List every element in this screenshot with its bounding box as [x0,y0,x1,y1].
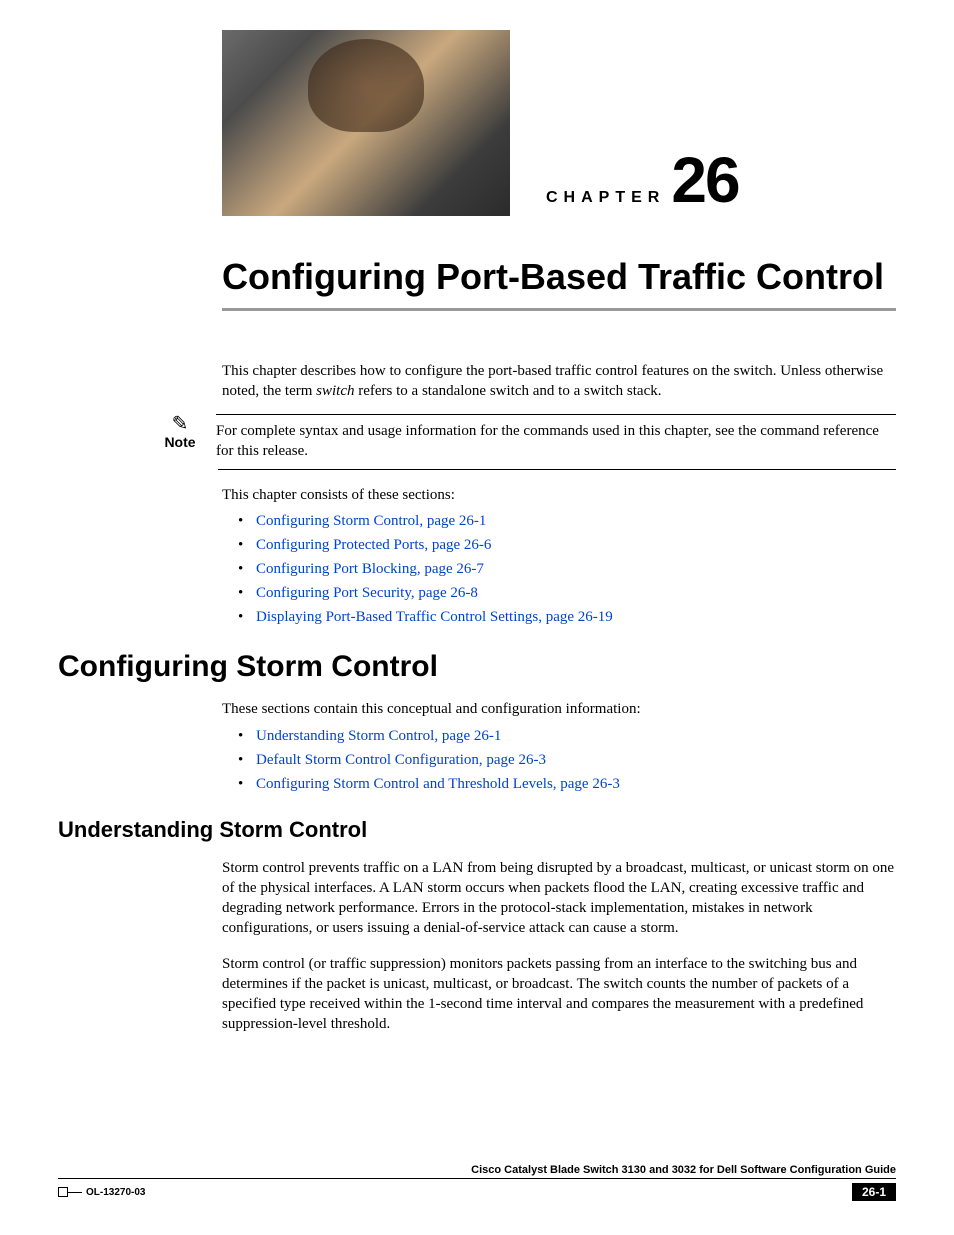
chapter-number: 26 [671,152,738,210]
chapter-hero-image [222,30,510,216]
toc-link[interactable]: Configuring Protected Ports, page 26-6 [256,537,491,553]
title-rule [222,308,896,311]
list-item: Configuring Protected Ports, page 26-6 [238,537,896,554]
note-text: For complete syntax and usage informatio… [216,414,896,462]
list-item: Configuring Storm Control, page 26-1 [238,513,896,530]
note-icon-column: ✎ Note [158,414,202,450]
list-item: Configuring Port Blocking, page 26-7 [238,561,896,578]
storm-paragraph-2: Storm control (or traffic suppression) m… [222,954,896,1035]
footer-bottom-row: OL-13270-03 26-1 [58,1183,896,1201]
storm-link[interactable]: Understanding Storm Control, page 26-1 [256,728,501,744]
page-number: 26-1 [852,1183,896,1201]
footer-guide-title: Cisco Catalyst Blade Switch 3130 and 303… [58,1164,896,1176]
chapter-title: Configuring Port-Based Traffic Control [222,256,896,298]
doc-id-marker-icon [58,1187,68,1197]
section-heading-storm-control: Configuring Storm Control [58,650,896,684]
toc-link[interactable]: Configuring Port Blocking, page 26-7 [256,561,484,577]
subsection-heading-understanding: Understanding Storm Control [58,817,896,843]
page-footer: Cisco Catalyst Blade Switch 3130 and 303… [58,1164,896,1201]
doc-id-line [68,1192,82,1193]
sections-intro: This chapter consists of these sections: [222,485,896,505]
list-item: Understanding Storm Control, page 26-1 [238,728,896,745]
storm-links-list: Understanding Storm Control, page 26-1 D… [238,728,896,793]
pen-icon: ✎ [158,414,202,434]
storm-link[interactable]: Default Storm Control Configuration, pag… [256,752,546,768]
list-item: Configuring Port Security, page 26-8 [238,585,896,602]
toc-link[interactable]: Configuring Storm Control, page 26-1 [256,513,486,529]
storm-intro: These sections contain this conceptual a… [222,699,896,719]
chapter-label: CHAPTER [546,189,665,207]
storm-paragraph-1: Storm control prevents traffic on a LAN … [222,858,896,939]
doc-id: OL-13270-03 [86,1187,145,1198]
chapter-toc-list: Configuring Storm Control, page 26-1 Con… [238,513,896,626]
list-item: Configuring Storm Control and Threshold … [238,776,896,793]
list-item: Displaying Port-Based Traffic Control Se… [238,609,896,626]
note-label: Note [158,434,202,450]
list-item: Default Storm Control Configuration, pag… [238,752,896,769]
intro-paragraph: This chapter describes how to configure … [222,361,896,402]
footer-rule [58,1178,896,1179]
doc-id-wrap: OL-13270-03 [58,1187,145,1198]
document-page: CHAPTER 26 Configuring Port-Based Traffi… [0,0,954,1235]
toc-link[interactable]: Displaying Port-Based Traffic Control Se… [256,609,613,625]
intro-italic: switch [316,383,354,399]
chapter-header-row: CHAPTER 26 [222,30,896,216]
chapter-label-block: CHAPTER 26 [546,152,739,210]
intro-text-post: refers to a standalone switch and to a s… [354,383,661,399]
note-block: ✎ Note For complete syntax and usage inf… [158,414,896,462]
storm-link[interactable]: Configuring Storm Control and Threshold … [256,776,620,792]
toc-link[interactable]: Configuring Port Security, page 26-8 [256,585,478,601]
note-bottom-rule [218,469,896,470]
